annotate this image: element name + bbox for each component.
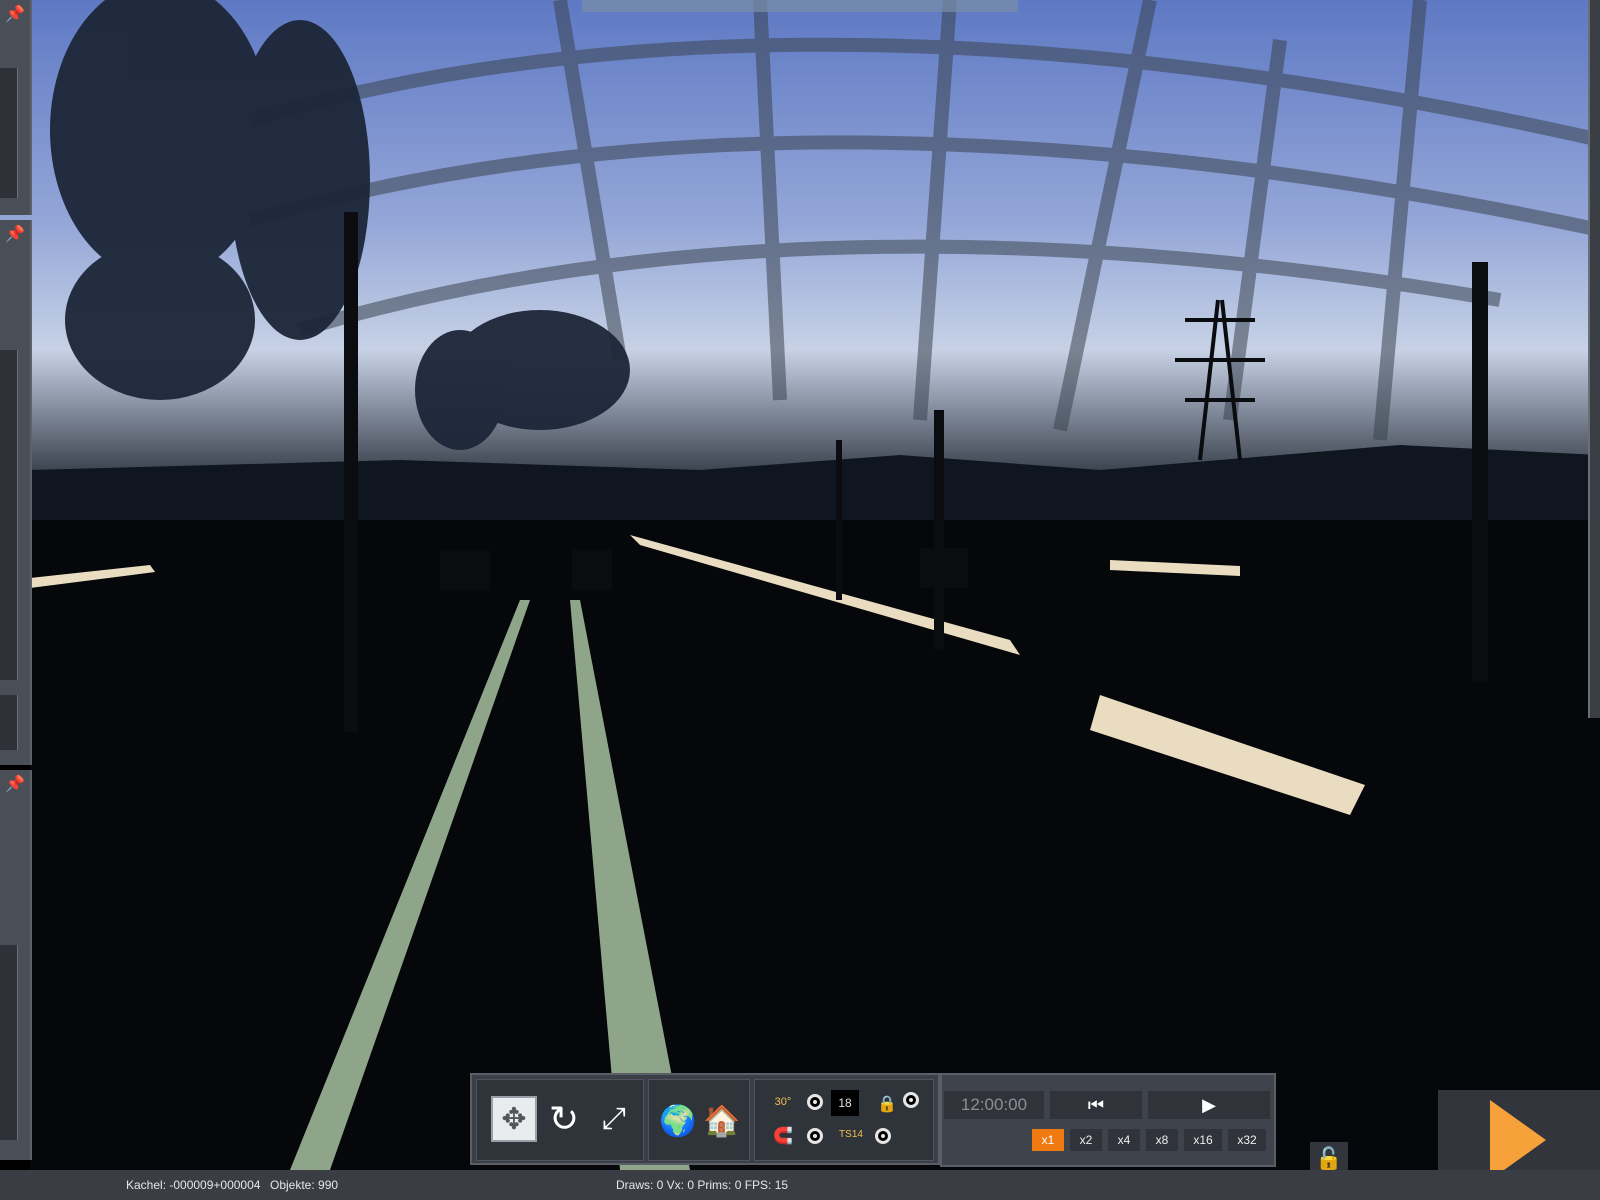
right-panel-edge[interactable] (1588, 0, 1600, 718)
side-panel-1[interactable]: 📌 (0, 0, 32, 215)
angle-label: 30° (774, 1096, 792, 1108)
snap-group: 30° 18 🔒 🧲 TS14 (754, 1079, 934, 1161)
angle-snap-radio[interactable] (807, 1094, 823, 1110)
tile-readout: Kachel: -000009+000004 (126, 1178, 261, 1192)
view-group: 🌍 🏠 (648, 1079, 750, 1161)
scale-icon[interactable]: ⤢ (591, 1096, 637, 1142)
side-panel-3[interactable]: 📌 (0, 770, 32, 1160)
play-small-icon[interactable]: ▶ (1148, 1091, 1270, 1119)
track-icon[interactable]: TS14 (837, 1120, 865, 1148)
pin-icon[interactable]: 📌 (4, 4, 26, 26)
side-panel-2[interactable]: 📌 (0, 220, 32, 765)
lock-icon[interactable]: 🔒 (873, 1090, 901, 1118)
globe-icon[interactable]: 🌍 (655, 1098, 701, 1144)
home-icon[interactable]: 🏠 (699, 1098, 745, 1144)
status-bar: Kachel: -000009+000004 Objekte: 990 Draw… (0, 1170, 1600, 1200)
3d-viewport[interactable] (0, 0, 1600, 1200)
magnet-radio[interactable] (807, 1128, 823, 1144)
ts-label: TS14 (839, 1128, 863, 1140)
move-icon[interactable]: ✥ (491, 1096, 537, 1142)
speed-x32[interactable]: x32 (1228, 1129, 1266, 1151)
object-count: Objekte: 990 (270, 1178, 339, 1192)
skip-start-icon[interactable]: ⏮ (1050, 1091, 1142, 1119)
panel-slot (0, 695, 18, 750)
speed-x2[interactable]: x2 (1070, 1129, 1102, 1151)
magnet-icon[interactable]: 🧲 (769, 1122, 797, 1150)
track-radio[interactable] (875, 1128, 891, 1144)
pin-icon[interactable]: 📌 (4, 774, 26, 796)
play-icon[interactable] (1490, 1100, 1546, 1180)
time-display[interactable]: 12:00:00 (944, 1091, 1044, 1119)
panel-slot (0, 945, 18, 1140)
panel-slot (0, 68, 18, 198)
speed-x16[interactable]: x16 (1184, 1129, 1222, 1151)
top-panel-handle[interactable] (582, 0, 1018, 12)
transform-group: ✥ ↻ ⤢ (476, 1079, 644, 1161)
lock-radio[interactable] (903, 1092, 919, 1108)
speed-x4[interactable]: x4 (1108, 1129, 1140, 1151)
speed-x8[interactable]: x8 (1146, 1129, 1178, 1151)
editor-toolbar: ✥ ↻ ⤢ 🌍 🏠 30° 18 🔒 🧲 TS14 (470, 1073, 940, 1165)
panel-slot (0, 350, 18, 680)
render-stats: Draws: 0 Vx: 0 Prims: 0 FPS: 15 (616, 1178, 789, 1192)
pin-icon[interactable]: 📌 (4, 224, 26, 246)
time-panel: 12:00:00 ⏮ ▶ x1 x2 x4 x8 x16 x32 (940, 1073, 1276, 1167)
angle-icon[interactable]: 30° (769, 1088, 797, 1116)
rotate-icon[interactable]: ↻ (541, 1096, 587, 1142)
speed-x1[interactable]: x1 (1032, 1129, 1064, 1151)
snap-value-box[interactable]: 18 (831, 1090, 859, 1116)
